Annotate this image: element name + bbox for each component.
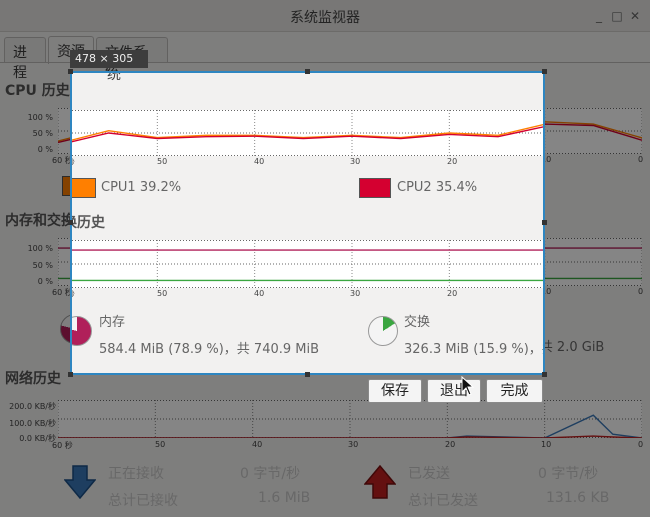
memory-history-graph-preview — [72, 240, 543, 288]
cpu-ytick: 50 % — [32, 129, 53, 138]
selection-preview-window: 系统监视器 _ □ ✕ 进程 资源 文件系统 CPU 历史 100 % 50 %… — [70, 73, 545, 373]
swap-pie-icon-preview[interactable] — [368, 316, 398, 346]
memory-pie-icon-preview[interactable] — [72, 316, 92, 346]
net-ytick: 200.0 KB/秒 — [9, 402, 56, 411]
window-title: 系统监视器 — [290, 10, 360, 26]
sent-label: 已发送 — [408, 466, 450, 482]
send-arrow-icon[interactable] — [364, 465, 396, 499]
minimize-icon[interactable]: _ — [592, 9, 606, 23]
swap-detail-preview: 326.3 MiB (15.9 %)，共 2.0 GiB — [404, 342, 543, 357]
net-xtick: 30 — [348, 440, 359, 449]
mem-xtick-preview: 20 — [447, 289, 458, 298]
resize-handle-r[interactable] — [542, 220, 547, 225]
net-xtick: 60 秒 — [52, 441, 73, 450]
cpu-xtick-preview: 30 — [350, 157, 361, 166]
receiving-rate: 0 字节/秒 — [240, 466, 301, 482]
cpu2-color-swatch-preview[interactable] — [359, 178, 391, 198]
mem-xtick-preview: 50 — [157, 289, 168, 298]
selection-content: 系统监视器 _ □ ✕ 进程 资源 文件系统 CPU 历史 100 % 50 %… — [70, 73, 545, 373]
mem-ytick: 50 % — [32, 261, 53, 270]
maximize-icon[interactable]: □ — [610, 9, 624, 23]
net-xtick: 10 — [541, 440, 552, 449]
total-received-label: 总计已接收 — [108, 493, 178, 509]
save-button[interactable]: 保存 — [368, 379, 422, 403]
total-sent-label: 总计已发送 — [408, 493, 478, 509]
resize-handle-tr[interactable] — [542, 69, 547, 74]
resize-handle-br[interactable] — [542, 372, 547, 377]
cpu2-label-preview: CPU2 — [397, 180, 432, 195]
cpu-xtick-preview: 20 — [447, 157, 458, 166]
done-button[interactable]: 完成 — [486, 379, 543, 403]
net-xtick: 50 — [155, 440, 166, 449]
receive-arrow-icon[interactable] — [64, 465, 96, 499]
close-icon[interactable]: ✕ — [628, 9, 642, 23]
net-xtick: 40 — [252, 440, 263, 449]
net-ytick: 0.0 KB/秒 — [19, 434, 56, 443]
selection-size-label: 478 × 305 — [70, 50, 148, 68]
cpu-xtick-preview: 50 — [157, 157, 168, 166]
cpu-xtick: 0 — [638, 155, 644, 164]
mouse-cursor-icon — [461, 376, 475, 396]
total-sent-value: 131.6 KB — [546, 490, 610, 506]
net-xtick: 20 — [445, 440, 456, 449]
cpu-history-title: CPU 历史 — [5, 83, 70, 99]
cpu1-color-swatch-preview[interactable] — [72, 178, 96, 198]
receiving-label: 正在接收 — [108, 466, 164, 482]
resize-handle-bl[interactable] — [68, 372, 73, 377]
mem-ytick: 0 % — [37, 277, 53, 286]
cpu-ytick: 0 % — [37, 145, 53, 154]
resize-handle-t[interactable] — [305, 69, 310, 74]
title-bar: 系统监视器 _ □ ✕ — [0, 0, 650, 32]
mem-xtick-preview: 60 秒 — [72, 289, 75, 300]
tab-processes[interactable]: 进程 — [4, 37, 46, 81]
cpu-history-title-preview: CPU 历史 — [70, 82, 72, 102]
sent-rate: 0 字节/秒 — [538, 466, 599, 482]
selection-region[interactable]: 系统监视器 _ □ ✕ 进程 资源 文件系统 CPU 历史 100 % 50 %… — [70, 71, 545, 375]
network-history-graph — [58, 400, 642, 438]
mem-xtick: 0 — [638, 287, 644, 296]
resize-handle-b[interactable] — [305, 372, 310, 377]
cpu-ytick: 100 % — [27, 113, 53, 122]
memory-label-preview: 内存 — [99, 315, 126, 330]
mem-xtick-preview: 40 — [254, 289, 265, 298]
mem-xtick-preview: 30 — [350, 289, 361, 298]
cpu2-value-preview: 35.4% — [435, 180, 478, 195]
resize-handle-tl[interactable] — [68, 69, 73, 74]
network-history-title: 网络历史 — [5, 371, 61, 387]
total-received-value: 1.6 MiB — [258, 490, 311, 506]
mem-ytick: 100 % — [27, 244, 53, 253]
cpu-xtick-preview: 40 — [254, 157, 265, 166]
swap-label-preview: 交换 — [404, 315, 431, 330]
net-xtick: 0 — [638, 440, 644, 449]
resize-handle-l[interactable] — [68, 220, 73, 225]
cpu-xtick-preview: 10 — [543, 157, 545, 166]
cpu1-value-preview: 39.2% — [139, 180, 182, 195]
cpu1-label-preview: CPU1 — [101, 180, 136, 195]
memory-detail-preview: 584.4 MiB (78.9 %)，共 740.9 MiB — [99, 342, 320, 357]
memory-history-title-preview: 内存和交换历史 — [72, 215, 105, 231]
net-ytick: 100.0 KB/秒 — [9, 419, 56, 428]
cpu-history-graph-preview — [72, 110, 543, 156]
cpu-xtick-preview: 60 秒 — [72, 157, 75, 168]
mem-xtick-preview: 10 — [543, 289, 545, 298]
